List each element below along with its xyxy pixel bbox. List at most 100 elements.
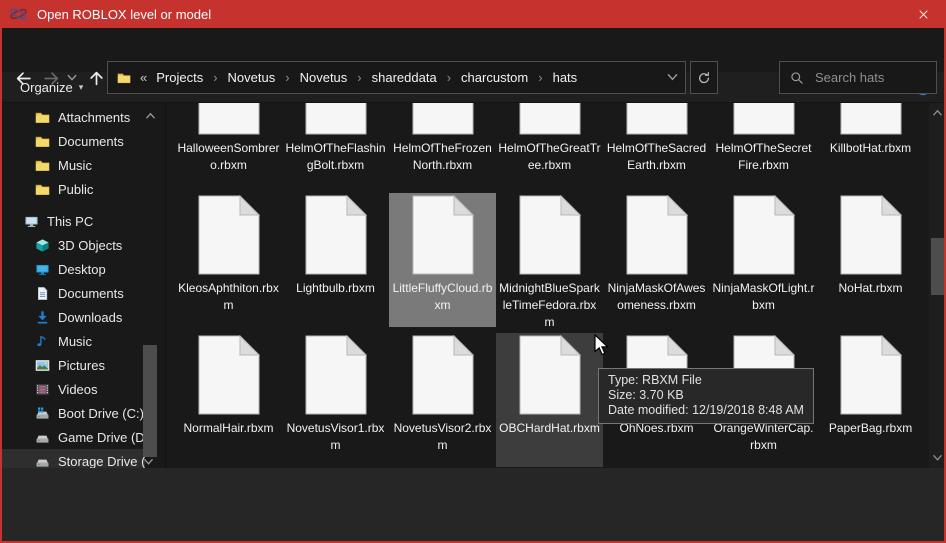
sidebar-item-icon <box>35 430 50 445</box>
breadcrumb-overflow-chevron[interactable]: « <box>140 70 147 85</box>
address-dropdown-button[interactable] <box>659 62 685 93</box>
file-item[interactable]: OBCHardHat.rbxm <box>496 333 603 467</box>
breadcrumb-separator-icon[interactable]: › <box>531 70 549 85</box>
up-button[interactable] <box>83 66 109 90</box>
breadcrumb-segment[interactable]: hats <box>550 70 581 85</box>
file-item[interactable]: HelmOfTheSecretFire.rbxm <box>710 103 817 187</box>
search-input[interactable] <box>813 69 927 86</box>
recent-locations-button[interactable] <box>63 66 81 90</box>
sidebar-item[interactable]: This PC <box>2 209 165 233</box>
sidebar-scroll-up-button[interactable] <box>142 109 158 123</box>
sidebar-item[interactable]: Attachments <box>2 105 165 129</box>
breadcrumb-segment[interactable]: Novetus <box>297 70 351 85</box>
file-item[interactable]: Lightbulb.rbxm <box>282 193 389 327</box>
sidebar-item[interactable]: Documents <box>2 129 165 153</box>
rbxm-file-icon <box>519 103 581 135</box>
file-item[interactable]: HelmOfTheSacredEarth.rbxm <box>603 103 710 187</box>
sidebar-item-label: 3D Objects <box>58 238 122 253</box>
file-item[interactable]: HelmOfTheFlashingBolt.rbxm <box>282 103 389 187</box>
chevron-down-icon <box>143 458 154 466</box>
sidebar-item[interactable]: Downloads <box>2 305 165 329</box>
sidebar-item[interactable]: Storage Drive (G:) <box>2 449 145 468</box>
rbxm-file-icon <box>198 335 260 415</box>
scrollbar-thumb[interactable] <box>931 238 944 295</box>
rbxm-file-icon <box>733 103 795 135</box>
file-item[interactable]: NinjaMaskOfAwesomeness.rbxm <box>603 193 710 327</box>
sidebar-item-icon <box>35 406 50 421</box>
breadcrumb-separator-icon[interactable]: › <box>440 70 458 85</box>
rbxm-file-icon <box>733 195 795 275</box>
breadcrumb-segment[interactable]: Novetus <box>225 70 279 85</box>
search-icon <box>790 71 804 85</box>
sidebar-item[interactable]: 3D Objects <box>2 233 165 257</box>
scroll-down-button[interactable] <box>929 450 946 466</box>
sidebar-item-icon <box>35 158 50 173</box>
file-name: KleosAphthiton.rbxm <box>177 280 280 314</box>
file-name: NovetusVisor2.rbxm <box>391 420 494 454</box>
sidebar-item-icon <box>35 334 50 349</box>
breadcrumb-separator-icon[interactable]: › <box>206 70 224 85</box>
search-box[interactable] <box>779 61 937 94</box>
sidebar-item[interactable]: Music <box>2 329 165 353</box>
rbxm-file-icon <box>305 195 367 275</box>
file-name: PaperBag.rbxm <box>819 420 922 437</box>
sidebar-item-label: Documents <box>58 286 124 301</box>
sidebar-item-label: Videos <box>58 382 98 397</box>
file-item[interactable]: NovetusVisor2.rbxm <box>389 333 496 467</box>
breadcrumb-segment[interactable]: charcustom <box>458 70 531 85</box>
breadcrumb-separator-icon[interactable]: › <box>350 70 368 85</box>
forward-button[interactable] <box>38 66 64 90</box>
navigation-bar: « Projects › Novetus › <box>0 28 946 72</box>
file-item[interactable]: LittleFluffyCloud.rbxm <box>389 193 496 327</box>
file-item[interactable]: NoHat.rbxm <box>817 193 924 327</box>
sidebar-item[interactable]: Videos <box>2 377 165 401</box>
file-item[interactable]: HelmOfTheFrozenNorth.rbxm <box>389 103 496 187</box>
breadcrumb-segment[interactable]: Projects <box>153 70 206 85</box>
file-name: KillbotHat.rbxm <box>819 140 922 157</box>
navigation-sidebar: Attachments Documents Music Public <box>2 103 165 468</box>
rbxm-file-icon <box>198 103 260 135</box>
sidebar-item-label: This PC <box>47 214 93 229</box>
file-item[interactable]: HalloweenSombrero.rbxm <box>175 103 282 187</box>
rbxm-file-icon <box>519 195 581 275</box>
file-item[interactable]: NormalHair.rbxm <box>175 333 282 467</box>
sidebar-item[interactable]: Music <box>2 153 165 177</box>
sidebar-item[interactable]: Desktop <box>2 257 165 281</box>
breadcrumb-separator-icon[interactable]: › <box>278 70 296 85</box>
sidebar-item[interactable]: Documents <box>2 281 165 305</box>
tooltip-type: Type: RBXM File <box>608 373 804 388</box>
sidebar-item-label: Attachments <box>58 110 130 125</box>
sidebar-item-icon <box>35 182 50 197</box>
close-button[interactable] <box>900 0 946 28</box>
file-item[interactable]: PaperBag.rbxm <box>817 333 924 467</box>
sidebar-item-label: Downloads <box>58 310 122 325</box>
app-logo-icon <box>9 6 28 22</box>
titlebar[interactable]: Open ROBLOX level or model <box>0 0 946 28</box>
file-name: NinjaMaskOfAwesomeness.rbxm <box>605 280 708 314</box>
file-item[interactable]: KleosAphthiton.rbxm <box>175 193 282 327</box>
rbxm-file-icon <box>626 195 688 275</box>
file-item[interactable]: KillbotHat.rbxm <box>817 103 924 187</box>
sidebar-item[interactable]: Game Drive (D:) <box>2 425 165 449</box>
sidebar-item[interactable]: Boot Drive (C:) <box>2 401 165 425</box>
refresh-button[interactable] <box>690 61 718 94</box>
file-list-scrollbar[interactable] <box>929 103 946 468</box>
sidebar-item-icon <box>35 454 50 469</box>
sidebar-scrollbar-thumb[interactable] <box>143 345 157 457</box>
chevron-up-icon <box>145 112 156 120</box>
file-name: OBCHardHat.rbxm <box>498 420 601 437</box>
breadcrumb-segment[interactable]: shareddata <box>369 70 440 85</box>
scroll-up-button[interactable] <box>929 105 946 121</box>
file-item[interactable]: NovetusVisor1.rbxm <box>282 333 389 467</box>
sidebar-item-icon <box>35 238 50 253</box>
file-name: HelmOfTheFrozenNorth.rbxm <box>391 140 494 174</box>
sidebar-item-label: Game Drive (D:) <box>58 430 153 445</box>
file-item[interactable]: NinjaMaskOfLight.rbxm <box>710 193 817 327</box>
address-bar[interactable]: « Projects › Novetus › <box>107 61 686 94</box>
sidebar-item[interactable]: Public <box>2 177 165 201</box>
file-item[interactable]: HelmOfTheGreatTree.rbxm <box>496 103 603 187</box>
file-name: HelmOfTheSecretFire.rbxm <box>712 140 815 174</box>
file-item[interactable]: MidnightBlueSparkleTimeFedora.rbxm <box>496 193 603 327</box>
sidebar-item[interactable]: Pictures <box>2 353 165 377</box>
back-button[interactable] <box>10 66 36 90</box>
